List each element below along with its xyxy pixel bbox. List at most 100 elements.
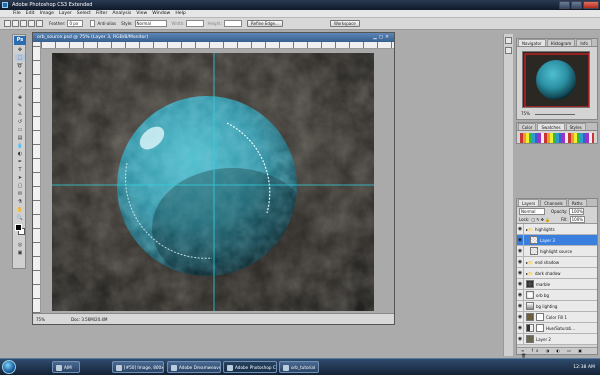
navigator-zoom-value[interactable]: 75% [521,111,530,116]
tab-layers[interactable]: Layers [518,199,540,206]
eye-icon[interactable]: ◉ [517,278,524,290]
type-tool-icon[interactable]: T [15,166,25,173]
refine-edge-button[interactable]: Refine Edge... [247,20,283,27]
layer-row[interactable]: ◉ Color Fill 1 [517,311,597,323]
history-brush-tool-icon[interactable]: ↺ [15,118,25,125]
menu-file[interactable]: File [13,11,21,16]
pen-tool-icon[interactable]: ✒ [15,158,25,165]
menu-filter[interactable]: Filter [96,11,107,16]
menu-window[interactable]: Window [152,11,170,16]
start-button[interactable] [2,360,16,374]
workspace-button[interactable]: Workspace [330,20,360,27]
shape-tool-icon[interactable]: ▢ [15,182,25,189]
add-selection-icon[interactable] [20,20,27,27]
dodge-tool-icon[interactable]: ◐ [15,150,25,157]
tab-swatches[interactable]: Swatches [537,123,565,130]
layer-row[interactable]: ◉ Layer 2 [517,333,597,345]
blur-tool-icon[interactable]: 💧 [15,142,25,149]
marquee-tool-preset-icon[interactable] [4,20,11,27]
menu-view[interactable]: View [136,11,147,16]
actions-panel-icon[interactable] [505,47,512,54]
menu-select[interactable]: Select [77,11,91,16]
eye-icon[interactable]: ◉ [517,245,524,257]
eye-icon[interactable]: ◉ [517,234,524,246]
eye-icon[interactable]: ◉ [517,333,524,345]
layer-row[interactable]: ◉ orb bg [517,289,597,301]
new-selection-icon[interactable] [12,20,19,27]
color-swatches[interactable] [13,224,25,240]
intersect-selection-icon[interactable] [36,20,43,27]
hand-tool-icon[interactable]: ✋ [15,206,25,213]
crop-tool-icon[interactable]: ⌗ [15,78,25,85]
menu-help[interactable]: Help [175,11,185,16]
foreground-color-swatch[interactable] [15,224,22,231]
fill-input[interactable]: 100% [569,216,585,223]
menu-layer[interactable]: Layer [59,11,72,16]
magic-wand-tool-icon[interactable]: ✦ [15,70,25,77]
layer-row-selected[interactable]: ◉ Layer 3 [517,234,597,246]
menu-edit[interactable]: Edit [26,11,35,16]
horizontal-ruler[interactable] [41,42,394,49]
layer-footer-icons[interactable]: ∞ fx ◑ ◐ ▭ ▣ 🗑 [521,348,585,358]
menu-analysis[interactable]: Analysis [112,11,131,16]
notes-tool-icon[interactable]: ✉ [15,190,25,197]
navigator-zoom-slider[interactable] [535,113,576,115]
zoom-tool-icon[interactable]: 🔍 [15,214,25,221]
tab-info[interactable]: Info [576,39,592,46]
tab-color[interactable]: Color [518,123,537,130]
style-select[interactable]: Normal [134,20,167,27]
layer-row[interactable]: ◉ Hue/Saturati... [517,322,597,334]
navigator-thumbnail[interactable] [522,51,590,108]
marquee-tool-icon[interactable]: ⬚ [15,54,25,61]
slice-tool-icon[interactable]: ⟋ [15,86,25,93]
eraser-tool-icon[interactable]: ▭ [15,126,25,133]
path-selection-tool-icon[interactable]: ➤ [15,174,25,181]
eye-icon[interactable]: ◉ [517,267,524,279]
layer-row[interactable]: ◉ ▸📁 highlights [517,223,597,235]
panel-dock-strip[interactable] [503,34,513,356]
brush-tool-icon[interactable]: ✎ [15,102,25,109]
history-panel-icon[interactable] [505,37,512,44]
taskbar-item[interactable]: [#50] Image, 800x48... [112,361,164,373]
move-tool-icon[interactable]: ✥ [15,46,25,53]
lasso-tool-icon[interactable]: ➰ [15,62,25,69]
eye-icon[interactable]: ◉ [517,300,524,312]
clone-stamp-tool-icon[interactable]: ♙ [15,110,25,117]
subtract-selection-icon[interactable] [28,20,35,27]
close-button[interactable] [583,1,599,9]
quick-mask-icon[interactable]: ◎ [15,241,25,248]
eye-icon[interactable]: ◉ [517,289,524,301]
vertical-ruler[interactable] [33,42,41,313]
eye-icon[interactable]: ◉ [517,322,524,334]
document-title-bar[interactable]: orb_source.psd @ 75% (Layer 3, RGB/8/Mon… [33,33,394,42]
tab-paths[interactable]: Paths [567,199,587,206]
tab-navigator[interactable]: Navigator [518,39,546,46]
healing-brush-tool-icon[interactable]: ✚ [15,94,25,101]
width-input[interactable] [186,20,205,27]
layer-row[interactable]: ◉ ▸📁 end shadow [517,256,597,268]
eye-icon[interactable]: ◉ [517,311,524,323]
eyedropper-tool-icon[interactable]: ⚗ [15,198,25,205]
feather-input[interactable]: 0 px [67,20,84,27]
tab-histogram[interactable]: Histogram [546,39,576,46]
doc-size-readout[interactable]: Doc: 3.56M/20.4M [71,314,107,325]
layer-row[interactable]: ◉ bg lighting [517,300,597,312]
antialias-checkbox[interactable] [90,20,96,27]
menu-image[interactable]: Image [40,11,54,16]
blend-mode-select[interactable]: Normal [519,208,545,215]
clock[interactable]: 12:38 AM [573,359,595,375]
document-window-controls[interactable]: ▁▢✕ [373,33,391,42]
layer-row[interactable]: ◉ highlight source [517,245,597,257]
canvas[interactable] [52,53,374,311]
taskbar-item[interactable]: orb_tutorial [279,361,319,373]
maximize-button[interactable] [571,1,582,9]
eye-icon[interactable]: ◉ [517,223,524,235]
lock-icons[interactable]: ▢✎✥🔒 [531,217,550,222]
gradient-tool-icon[interactable]: ▤ [15,134,25,141]
taskbar-item[interactable]: Adobe Dreamweave... [167,361,221,373]
tab-channels[interactable]: Channels [540,199,567,206]
opacity-input[interactable]: 100% [569,208,585,215]
taskbar-item[interactable]: AIM [52,361,80,373]
tab-styles[interactable]: Styles [565,123,586,130]
eye-icon[interactable]: ◉ [517,256,524,268]
